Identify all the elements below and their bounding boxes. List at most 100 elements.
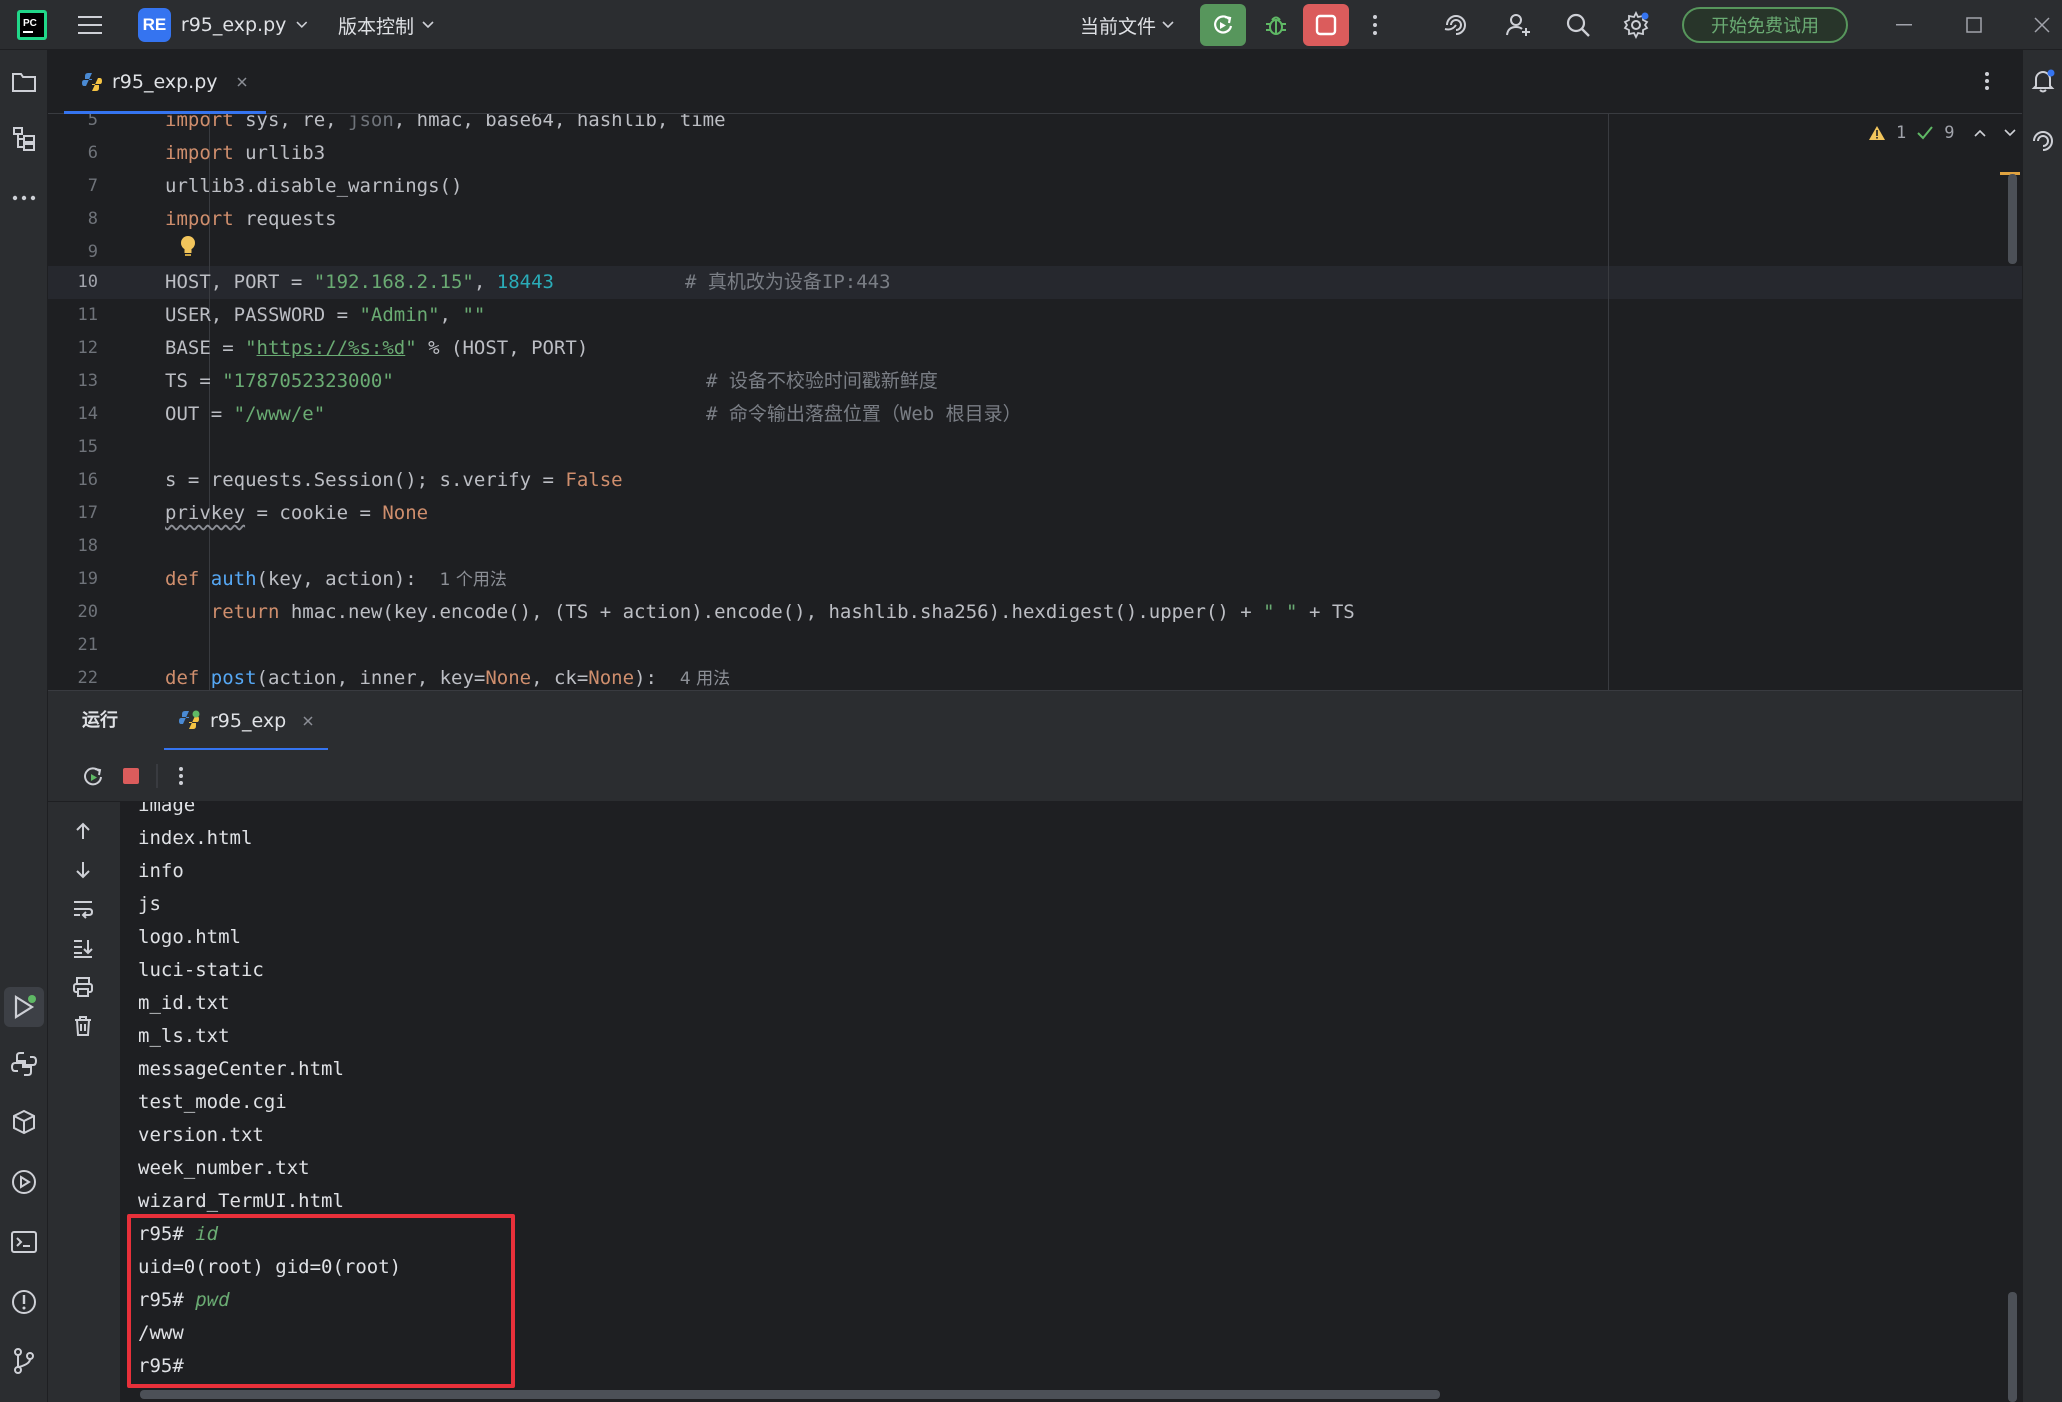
project-folder-icon[interactable] xyxy=(7,65,41,99)
code-text: HOST, PORT = xyxy=(165,271,314,293)
keyword: None xyxy=(588,667,635,689)
string-quote: " xyxy=(245,337,257,359)
line-number: 17 xyxy=(77,503,98,523)
function-name: auth xyxy=(210,568,257,590)
trash-icon[interactable] xyxy=(68,1011,98,1041)
console-line: logo.html xyxy=(138,926,241,948)
close-tab-icon[interactable] xyxy=(302,715,314,727)
close-tab-icon[interactable] xyxy=(236,76,248,88)
notifications-bell-icon[interactable] xyxy=(2026,64,2060,98)
rerun-button[interactable] xyxy=(1200,0,1246,50)
bug-icon xyxy=(1266,16,1286,35)
structure-icon[interactable] xyxy=(7,122,41,156)
run-tab-r95-exp[interactable]: r95_exp xyxy=(164,691,329,751)
vcs-menu[interactable]: 版本控制 xyxy=(338,0,438,50)
search-icon[interactable] xyxy=(1558,0,1598,50)
code-comment: # 命令输出落盘位置（Web 根目录） xyxy=(706,403,1022,425)
code-text: , ck= xyxy=(531,667,589,689)
ai-chat-icon[interactable] xyxy=(2026,124,2060,158)
inspection-widget[interactable]: 1 9 xyxy=(1868,120,2017,146)
console-line: m_ls.txt xyxy=(138,1025,230,1047)
chevron-down-icon xyxy=(296,21,308,29)
tab-options-icon[interactable] xyxy=(1972,66,2002,96)
run-toolbar xyxy=(48,750,2022,802)
ai-assistant-icon[interactable] xyxy=(1436,0,1476,50)
tab-r95-exp-py[interactable]: r95_exp.py xyxy=(64,50,266,114)
string-literal: "" xyxy=(462,304,486,326)
line-number: 11 xyxy=(77,305,98,325)
run-configuration-selector[interactable]: 当前文件 xyxy=(1080,0,1186,50)
project-switcher[interactable]: RE r95_exp.py xyxy=(138,0,308,50)
hamburger-menu-icon[interactable] xyxy=(70,0,110,50)
stop-icon[interactable] xyxy=(116,761,146,791)
string-literal: " " xyxy=(1263,601,1298,623)
chevron-down-icon[interactable] xyxy=(2003,128,2017,138)
more-tools-icon[interactable] xyxy=(7,181,41,215)
console-line: m_id.txt xyxy=(138,992,230,1014)
add-user-icon[interactable] xyxy=(1498,0,1538,50)
chevron-up-icon[interactable] xyxy=(1973,128,1987,138)
line-number: 22 xyxy=(77,668,98,688)
annotation-highlight-box xyxy=(127,1214,515,1388)
code-text: ): xyxy=(634,667,657,689)
run-tool-window-header: 运行 r95_exp xyxy=(48,690,2022,751)
rerun-icon[interactable] xyxy=(78,761,108,791)
editor-scrollbar[interactable] xyxy=(2008,174,2017,264)
console-line: info xyxy=(138,860,184,882)
print-icon[interactable] xyxy=(68,972,98,1002)
run-tool-icon[interactable] xyxy=(4,987,44,1027)
python-packages-icon[interactable] xyxy=(7,1106,41,1140)
start-trial-label: 开始免费试用 xyxy=(1682,7,1848,43)
maximize-icon[interactable] xyxy=(1954,0,1994,50)
url-literal[interactable]: https://%s:%d xyxy=(257,337,406,359)
line-number-gutter[interactable]: 5 6 7 8 9 10 11 12 13 14 15 16 17 18 19 … xyxy=(48,114,158,690)
soft-wrap-icon[interactable] xyxy=(68,894,98,924)
svg-text:PC: PC xyxy=(23,18,37,29)
toolbar-separator xyxy=(156,764,158,788)
services-icon[interactable] xyxy=(7,1165,41,1199)
stop-button[interactable] xyxy=(1303,0,1349,50)
usages-hint[interactable]: 1 个用法 xyxy=(440,570,507,590)
console-vertical-scrollbar[interactable] xyxy=(2008,1292,2017,1402)
arrow-up-icon[interactable] xyxy=(68,816,98,846)
editor-tab-bar: r95_exp.py xyxy=(48,50,2022,114)
start-trial-button[interactable]: 开始免费试用 xyxy=(1682,0,1848,50)
git-icon[interactable] xyxy=(7,1344,41,1378)
terminal-icon[interactable] xyxy=(7,1225,41,1259)
more-options-icon[interactable] xyxy=(166,761,196,791)
code-text: , xyxy=(473,271,497,293)
problems-icon[interactable] xyxy=(7,1285,41,1319)
code-text: = cookie = xyxy=(245,502,383,524)
debug-button[interactable] xyxy=(1256,0,1296,50)
close-window-icon[interactable] xyxy=(2022,0,2062,50)
code-area[interactable]: import sys, re, json, hmac, base64, hash… xyxy=(165,114,1665,690)
console-line: image xyxy=(138,802,196,816)
code-editor[interactable]: 5 6 7 8 9 10 11 12 13 14 15 16 17 18 19 … xyxy=(48,114,2022,690)
function-name: post xyxy=(210,667,257,689)
python-console-icon[interactable] xyxy=(7,1047,41,1081)
console-horizontal-scrollbar[interactable] xyxy=(140,1390,1440,1399)
usages-hint[interactable]: 4 用法 xyxy=(680,669,730,689)
code-text: USER, PASSWORD = xyxy=(165,304,360,326)
code-text: % (HOST, PORT) xyxy=(416,337,589,359)
scroll-to-end-icon[interactable] xyxy=(68,933,98,963)
code-text: + TS xyxy=(1297,601,1355,623)
code-line: s = requests.Session(); s.verify = False xyxy=(165,464,623,497)
more-actions-icon[interactable] xyxy=(1360,0,1390,50)
keyword: import xyxy=(165,114,234,131)
vcs-label: 版本控制 xyxy=(338,15,415,38)
pycharm-logo-icon[interactable]: PC xyxy=(14,0,50,50)
gear-icon[interactable] xyxy=(1616,0,1656,50)
minimize-icon[interactable] xyxy=(1884,0,1924,50)
arrow-down-icon[interactable] xyxy=(68,855,98,885)
line-number: 7 xyxy=(87,176,98,196)
code-text: urllib3 xyxy=(233,142,326,164)
code-text: BASE = xyxy=(165,337,246,359)
keyword: import xyxy=(165,142,234,164)
run-console-output[interactable]: image index.html info js logo.html luci-… xyxy=(120,802,2022,1402)
string-literal: "/www/e" xyxy=(233,403,326,425)
keyword: False xyxy=(565,469,623,491)
code-text: requests xyxy=(233,208,337,230)
project-name: r95_exp.py xyxy=(180,14,287,36)
code-line: HOST, PORT = "192.168.2.15", 18443 xyxy=(165,266,554,299)
